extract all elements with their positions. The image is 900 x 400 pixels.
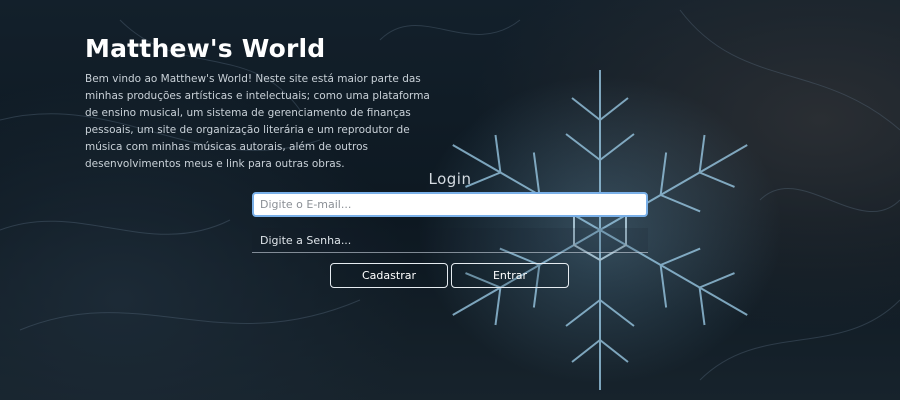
login-title: Login [428,170,472,188]
email-field[interactable] [252,192,648,217]
register-button[interactable]: Cadastrar [330,263,448,288]
password-field[interactable] [252,228,648,253]
login-button[interactable]: Entrar [451,263,569,288]
hero-section: Matthew's World Bem vindo ao Matthew's W… [85,34,445,173]
site-description: Bem vindo ao Matthew's World! Neste site… [85,73,430,170]
site-title: Matthew's World [85,34,326,63]
